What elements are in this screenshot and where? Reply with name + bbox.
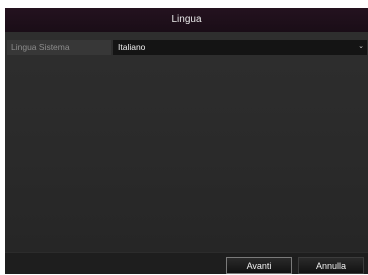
language-select[interactable]: Italiano ⌄ bbox=[113, 40, 367, 55]
dialog-footer: Avanti Annulla bbox=[5, 252, 368, 274]
language-select-value: Italiano bbox=[118, 42, 146, 52]
language-dialog: Lingua Lingua Sistema Italiano ⌄ Avanti … bbox=[5, 8, 368, 274]
next-button[interactable]: Avanti bbox=[226, 257, 292, 274]
cancel-button[interactable]: Annulla bbox=[298, 257, 364, 274]
chevron-down-icon: ⌄ bbox=[358, 43, 364, 50]
dialog-title: Lingua bbox=[5, 8, 368, 32]
language-row: Lingua Sistema Italiano ⌄ bbox=[7, 40, 367, 55]
dialog-content: Lingua Sistema Italiano ⌄ bbox=[5, 32, 368, 252]
language-label: Lingua Sistema bbox=[7, 40, 111, 55]
